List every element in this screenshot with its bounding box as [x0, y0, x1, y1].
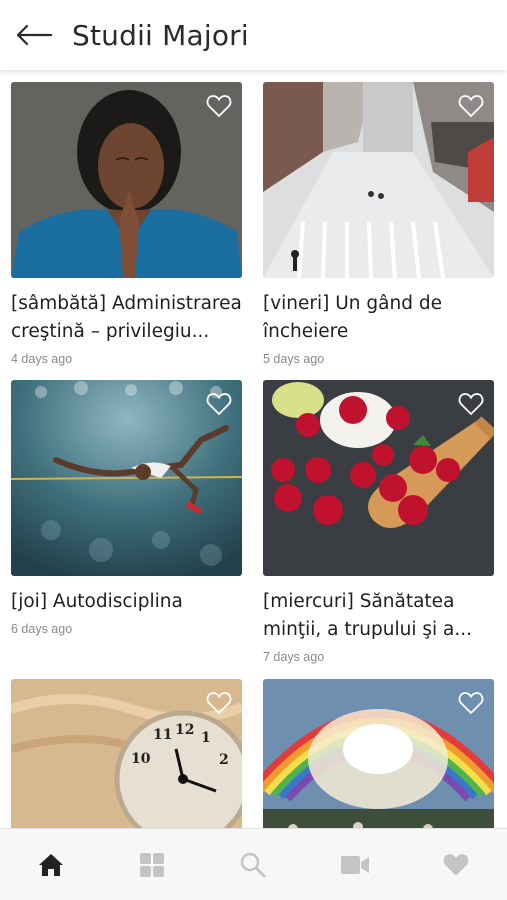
article-image-high-jump[interactable]	[11, 380, 242, 576]
heart-icon	[443, 853, 469, 876]
article-card[interactable]: [miercuri] Sănătatea minţii, a trupului …	[263, 380, 494, 664]
video-icon	[340, 855, 369, 874]
article-image-clock-in-sand[interactable]: 12 11 10 1 2	[11, 679, 242, 830]
back-button[interactable]	[0, 0, 62, 70]
article-card[interactable]: [sâmbătă] Administrarea creştină – privi…	[11, 82, 242, 366]
clock-numeral: 11	[153, 727, 172, 743]
grid-icon	[140, 852, 165, 877]
article-card[interactable]: [joi] Autodisciplina 6 days ago	[11, 380, 242, 636]
heart-outline-icon[interactable]	[458, 94, 484, 118]
heart-outline-icon[interactable]	[458, 691, 484, 715]
article-timestamp: 7 days ago	[263, 650, 325, 664]
clock-numeral: 10	[131, 751, 151, 767]
article-card[interactable]: 12 11 10 1 2	[11, 679, 242, 830]
heart-outline-icon[interactable]	[206, 392, 232, 416]
article-timestamp: 4 days ago	[11, 352, 73, 366]
clock-numeral: 1	[201, 730, 211, 746]
heart-outline-icon[interactable]	[206, 94, 232, 118]
heart-outline-icon[interactable]	[206, 691, 232, 715]
article-timestamp: 6 days ago	[11, 622, 73, 636]
tab-search[interactable]	[223, 835, 283, 895]
article-title: [sâmbătă] Administrarea creştină – privi…	[11, 293, 242, 342]
arrow-left-icon	[16, 24, 53, 46]
clock-numeral: 2	[219, 752, 229, 768]
article-image-rainbow-heaven[interactable]	[263, 679, 494, 830]
article-card[interactable]: [vineri] Un gând de încheiere 5 days ago	[263, 82, 494, 366]
article-image-raspberries[interactable]	[263, 380, 494, 576]
article-card[interactable]	[263, 679, 494, 830]
article-title: [miercuri] Sănătatea minţii, a trupului …	[263, 591, 472, 640]
tab-categories[interactable]	[122, 835, 182, 895]
article-timestamp: 5 days ago	[263, 352, 325, 366]
top-bar: Studii Majori	[0, 0, 507, 70]
article-image-woman-praying[interactable]	[11, 82, 242, 278]
article-title: [joi] Autodisciplina	[11, 591, 183, 612]
tab-home[interactable]	[21, 835, 81, 895]
clock-numeral: 12	[175, 722, 194, 738]
article-title: [vineri] Un gând de încheiere	[263, 293, 442, 342]
tab-favorites[interactable]	[426, 835, 486, 895]
page-title: Studii Majori	[72, 18, 249, 52]
article-feed[interactable]: [sâmbătă] Administrarea creştină – privi…	[0, 70, 507, 830]
bottom-tab-bar	[0, 828, 507, 900]
tab-videos[interactable]	[325, 835, 385, 895]
home-icon	[38, 853, 63, 876]
heart-outline-icon[interactable]	[458, 392, 484, 416]
article-image-snowy-street[interactable]	[263, 82, 494, 278]
search-icon	[241, 852, 266, 877]
